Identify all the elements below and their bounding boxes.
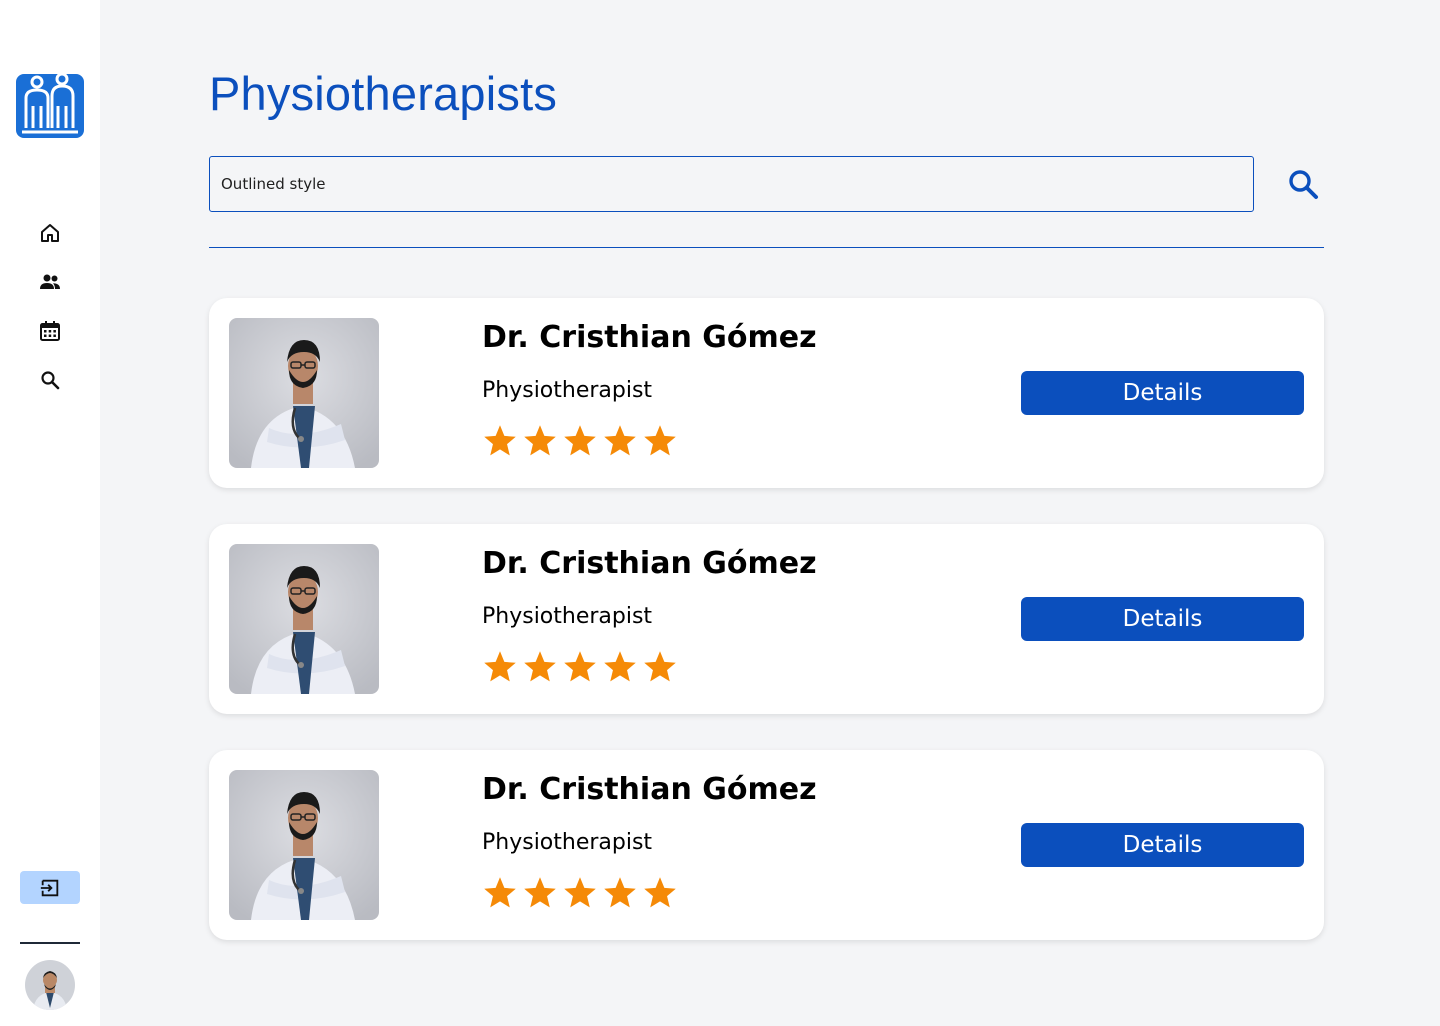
search-icon [1289, 170, 1318, 199]
rating-stars [482, 875, 678, 911]
physiotherapist-card: Dr. Cristhian Gómez Physiotherapist Deta… [209, 298, 1324, 488]
sidebar-divider [20, 942, 80, 944]
doctor-photo [229, 544, 379, 694]
star-icon [484, 425, 516, 456]
star-icon [524, 877, 556, 908]
logout-button[interactable] [20, 871, 80, 904]
star-icon [564, 425, 596, 456]
rating-stars [482, 649, 678, 685]
user-avatar[interactable] [25, 960, 75, 1010]
physiotherapist-card: Dr. Cristhian Gómez Physiotherapist Deta… [209, 524, 1324, 714]
doctor-name: Dr. Cristhian Gómez [482, 320, 817, 355]
nav-item-home[interactable] [0, 208, 100, 257]
app-logo[interactable] [16, 70, 84, 138]
search-icon [41, 370, 60, 389]
star-icon [484, 651, 516, 682]
star-icon [484, 877, 516, 908]
doctor-photo [229, 770, 379, 920]
star-icon [644, 425, 676, 456]
star-icon [564, 651, 596, 682]
calendar-icon [40, 320, 60, 341]
search-input[interactable] [209, 156, 1254, 212]
people-icon [40, 274, 60, 289]
doctor-photo [229, 318, 379, 468]
star-icon [564, 877, 596, 908]
doctor-specialty: Physiotherapist [482, 604, 653, 629]
details-button[interactable]: Details [1021, 823, 1304, 867]
doctor-specialty: Physiotherapist [482, 830, 653, 855]
rating-stars [482, 423, 678, 459]
doctor-name: Dr. Cristhian Gómez [482, 546, 817, 581]
details-button[interactable]: Details [1021, 371, 1304, 415]
doctor-specialty: Physiotherapist [482, 378, 653, 403]
logout-icon [40, 879, 59, 896]
section-divider [209, 247, 1324, 248]
doctor-name: Dr. Cristhian Gómez [482, 772, 817, 807]
star-icon [524, 425, 556, 456]
nav-item-patients[interactable] [0, 257, 100, 306]
details-button[interactable]: Details [1021, 597, 1304, 641]
search-button[interactable] [1284, 164, 1324, 204]
star-icon [524, 651, 556, 682]
nav-item-calendar[interactable] [0, 306, 100, 355]
star-icon [604, 651, 636, 682]
star-icon [644, 877, 676, 908]
star-icon [604, 425, 636, 456]
physiotherapist-card: Dr. Cristhian Gómez Physiotherapist Deta… [209, 750, 1324, 940]
page-title: Physiotherapists [209, 67, 558, 120]
star-icon [604, 877, 636, 908]
star-icon [644, 651, 676, 682]
nav-item-search[interactable] [0, 355, 100, 404]
home-icon [41, 223, 59, 242]
sidebar-nav [0, 208, 100, 404]
sidebar [0, 0, 100, 1026]
